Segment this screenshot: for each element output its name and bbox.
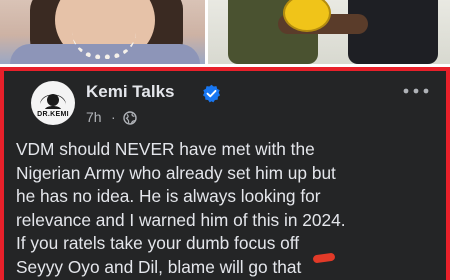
avatar-icon <box>40 94 66 109</box>
post-text-line: VDM should NEVER have met with the <box>16 139 315 159</box>
post-text-line: relevance and I warned him of this in 20… <box>16 209 346 230</box>
post-card: DR.KEMI Kemi Talks 7h · VDM should NEVER… <box>0 67 450 280</box>
photo-woman-portrait[interactable] <box>0 0 205 64</box>
post-body: VDM should NEVER have met with the Niger… <box>16 138 446 279</box>
post-timestamp[interactable]: 7h <box>86 109 102 125</box>
photo-award-handover[interactable] <box>208 0 450 64</box>
header-photo-strip <box>0 0 450 64</box>
post-text-line: If you ratels take your dumb focus off <box>16 233 300 253</box>
post-text-line: Nigerian Army who already set him up but <box>16 162 336 183</box>
meta-separator: · <box>111 109 116 125</box>
post-text-line: he has no idea. He is always looking for <box>16 186 321 206</box>
avatar-label: DR.KEMI <box>37 111 69 118</box>
verified-badge-icon <box>202 84 221 103</box>
post-text-line: Seyyy Oyo and Dil, blame will go that <box>16 256 302 277</box>
globe-icon[interactable] <box>123 111 137 125</box>
more-options-icon[interactable] <box>401 87 431 95</box>
author-name[interactable]: Kemi Talks <box>86 82 175 102</box>
author-avatar[interactable]: DR.KEMI <box>31 81 75 125</box>
